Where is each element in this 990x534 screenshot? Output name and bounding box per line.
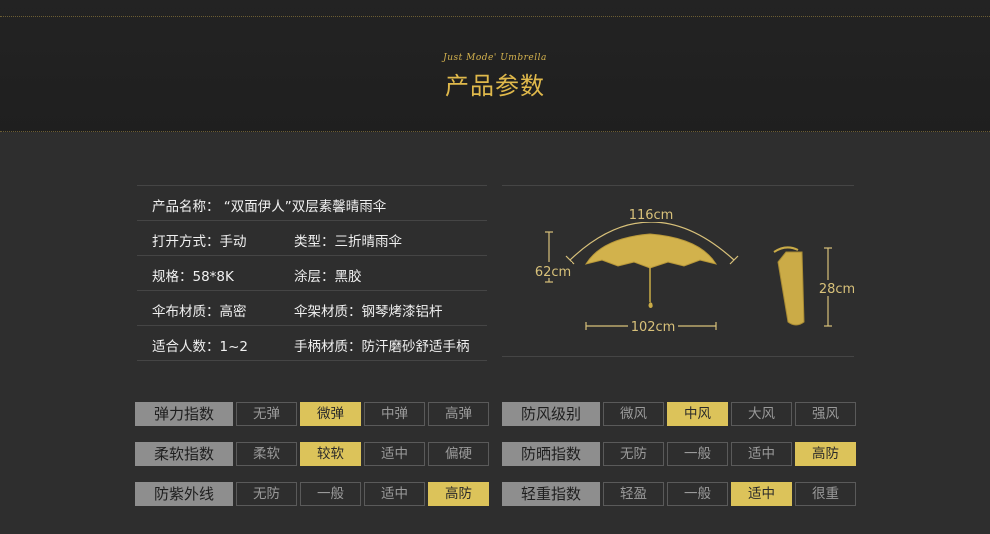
shaft-label: 102cm <box>631 320 676 335</box>
rating-option: 柔软 <box>236 442 297 466</box>
header-divider <box>0 131 990 132</box>
rating-label: 弹力指数 <box>135 402 233 426</box>
folded-umbrella <box>777 251 805 326</box>
spec-row: 适合人数：1~2 手柄材质：防汗磨砂舒适手柄 <box>137 325 487 361</box>
folded-label: 28cm <box>819 282 854 297</box>
rating-softness: 柔软指数 柔软 较软 适中 偏硬 <box>135 442 489 466</box>
rating-option: 微弹 <box>300 402 361 426</box>
rating-option: 轻盈 <box>603 482 664 506</box>
spec-row: 产品名称： “双面伊人”双层素馨晴雨伞 <box>137 185 487 220</box>
rating-label: 柔软指数 <box>135 442 233 466</box>
brand-tagline: Just Mode' Umbrella <box>443 53 547 63</box>
rating-uv: 防紫外线 无防 一般 适中 高防 <box>135 482 489 506</box>
rating-option: 高弹 <box>428 402 489 426</box>
rating-elasticity: 弹力指数 无弹 微弹 中弹 高弹 <box>135 402 489 426</box>
rating-label: 防晒指数 <box>502 442 600 466</box>
page-header: Just Mode' Umbrella 产品参数 <box>0 0 990 132</box>
spec-row: 伞布材质：高密 伞架材质：钢琴烤漆铝杆 <box>137 290 487 325</box>
rating-option: 无弹 <box>236 402 297 426</box>
page-title: 产品参数 <box>445 72 545 100</box>
rating-sun: 防晒指数 无防 一般 适中 高防 <box>502 442 856 466</box>
rating-label: 防风级别 <box>502 402 600 426</box>
rating-option: 高防 <box>795 442 856 466</box>
rating-option: 无防 <box>236 482 297 506</box>
spec-coating: 涂层：黑胶 <box>294 269 362 285</box>
spec-open-method: 打开方式：手动 <box>152 234 247 250</box>
umbrella-canopy <box>584 233 718 269</box>
width-open-label: 116cm <box>629 208 674 223</box>
spec-capacity: 适合人数：1~2 <box>152 339 248 355</box>
umbrella-handle <box>648 302 653 308</box>
rating-option: 一般 <box>667 442 728 466</box>
rating-option: 适中 <box>364 442 425 466</box>
spec-handle: 手柄材质：防汗磨砂舒适手柄 <box>294 339 470 355</box>
spec-type: 类型：三折晴雨伞 <box>294 234 402 250</box>
spec-size: 规格：58*8K <box>152 269 234 285</box>
rating-label: 轻重指数 <box>502 482 600 506</box>
rating-option: 微风 <box>603 402 664 426</box>
spec-row: 规格：58*8K 涂层：黑胶 <box>137 255 487 290</box>
rating-option: 强风 <box>795 402 856 426</box>
rating-option: 无防 <box>603 442 664 466</box>
top-divider <box>0 16 990 17</box>
rating-option: 中风 <box>667 402 728 426</box>
rating-option: 适中 <box>364 482 425 506</box>
rating-option: 较软 <box>300 442 361 466</box>
rating-option: 适中 <box>731 482 792 506</box>
rating-option: 一般 <box>300 482 361 506</box>
rating-option: 中弹 <box>364 402 425 426</box>
spec-fabric: 伞布材质：高密 <box>152 304 247 320</box>
rating-option: 大风 <box>731 402 792 426</box>
umbrella-illustration: 116cm 62cm 102cm 28cm <box>532 206 854 335</box>
spec-row: 打开方式：手动 类型：三折晴雨伞 <box>137 220 487 255</box>
spec-product-name: 产品名称： “双面伊人”双层素馨晴雨伞 <box>152 199 387 215</box>
rating-option: 偏硬 <box>428 442 489 466</box>
rating-option: 很重 <box>795 482 856 506</box>
rating-wind: 防风级别 微风 中风 大风 强风 <box>502 402 856 426</box>
spec-table: 产品名称： “双面伊人”双层素馨晴雨伞 打开方式：手动 类型：三折晴雨伞 规格：… <box>137 185 487 361</box>
rating-option: 高防 <box>428 482 489 506</box>
rating-option: 适中 <box>731 442 792 466</box>
height-open-label: 62cm <box>535 265 571 280</box>
rating-option: 一般 <box>667 482 728 506</box>
rating-weight: 轻重指数 轻盈 一般 适中 很重 <box>502 482 856 506</box>
spec-frame: 伞架材质：钢琴烤漆铝杆 <box>294 304 443 320</box>
folded-strap <box>773 246 799 253</box>
rating-label: 防紫外线 <box>135 482 233 506</box>
dimension-diagram: 116cm 62cm 102cm 28cm <box>502 185 854 357</box>
